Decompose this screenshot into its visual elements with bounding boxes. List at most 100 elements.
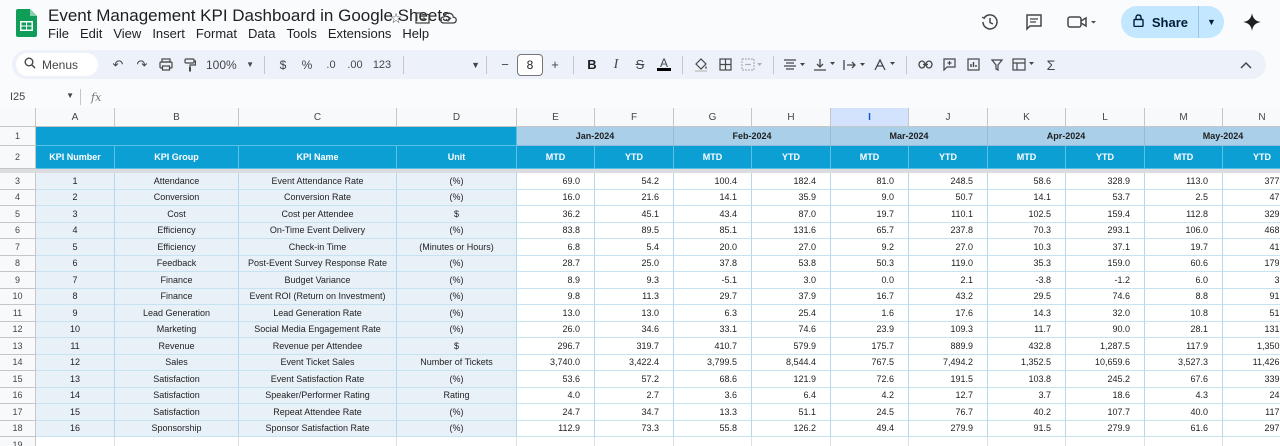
- empty-cell[interactable]: [909, 437, 988, 446]
- value-cell[interactable]: -3.8: [988, 272, 1066, 289]
- row-header-5[interactable]: 5: [0, 206, 36, 223]
- more-formats-button[interactable]: 123: [367, 53, 397, 77]
- unit-cell[interactable]: (%): [397, 222, 517, 239]
- value-cell[interactable]: 3.9: [1223, 272, 1280, 289]
- kpi-group-cell[interactable]: Marketing: [115, 321, 239, 338]
- value-cell[interactable]: 27.0: [752, 239, 831, 256]
- empty-cell[interactable]: [239, 437, 397, 446]
- kpi-name-cell[interactable]: Post-Event Survey Response Rate: [239, 255, 397, 272]
- value-cell[interactable]: 50.3: [831, 255, 909, 272]
- value-cell[interactable]: 131.6: [752, 222, 831, 239]
- row-header-8[interactable]: 8: [0, 255, 36, 272]
- row-header-10[interactable]: 10: [0, 288, 36, 305]
- kpi-group-cell[interactable]: Efficiency: [115, 239, 239, 256]
- value-cell[interactable]: 131.9: [1223, 322, 1280, 338]
- unit-cell[interactable]: $: [397, 338, 517, 355]
- value-cell[interactable]: 32.0: [1066, 305, 1145, 322]
- bold-button[interactable]: B: [580, 53, 604, 77]
- version-history-icon[interactable]: [975, 7, 1005, 37]
- row-header-15[interactable]: 15: [0, 371, 36, 388]
- value-cell[interactable]: 13.3: [674, 404, 752, 421]
- column-header-i[interactable]: I: [831, 108, 909, 127]
- value-cell[interactable]: 432.8: [988, 338, 1066, 355]
- value-cell[interactable]: 73.3: [595, 420, 674, 437]
- value-cell[interactable]: 65.7: [831, 222, 909, 239]
- kpi-number-cell[interactable]: 10: [36, 321, 115, 338]
- value-cell[interactable]: 51.5: [1223, 305, 1280, 322]
- unit-cell[interactable]: (%): [397, 189, 517, 206]
- value-cell[interactable]: 13.0: [595, 305, 674, 322]
- column-header-f[interactable]: F: [595, 108, 674, 127]
- month-header-cell[interactable]: Apr-2024: [988, 127, 1145, 146]
- value-cell[interactable]: 2.5: [1145, 189, 1223, 206]
- kpi-group-cell[interactable]: Feedback: [115, 255, 239, 272]
- value-cell[interactable]: 3.7: [988, 387, 1066, 404]
- header-cell-mtd[interactable]: MTD: [674, 146, 752, 169]
- value-cell[interactable]: 6.0: [1145, 272, 1223, 289]
- decrease-decimal-button[interactable]: .0: [319, 53, 343, 77]
- value-cell[interactable]: 37.9: [752, 288, 831, 305]
- empty-cell[interactable]: [1223, 437, 1280, 446]
- formula-input[interactable]: [101, 87, 1280, 107]
- font-size-input[interactable]: 8: [517, 53, 543, 76]
- star-icon[interactable]: ☆: [386, 8, 406, 28]
- value-cell[interactable]: 10.8: [1145, 305, 1223, 322]
- strikethrough-icon[interactable]: S: [628, 53, 652, 77]
- print-icon[interactable]: [154, 53, 178, 77]
- row-header-7[interactable]: 7: [0, 239, 36, 256]
- row-header-11[interactable]: 11: [0, 305, 36, 322]
- row-header-9[interactable]: 9: [0, 272, 36, 289]
- menu-data[interactable]: Data: [248, 26, 283, 41]
- filter-views-icon[interactable]: [1009, 53, 1039, 77]
- value-cell[interactable]: 3,527.3: [1145, 354, 1223, 371]
- fill-color-icon[interactable]: [689, 53, 713, 77]
- header-cell-mtd[interactable]: MTD: [988, 146, 1066, 169]
- value-cell[interactable]: 45.1: [595, 206, 674, 223]
- value-cell[interactable]: 279.9: [1066, 420, 1145, 437]
- value-cell[interactable]: 1,350.0: [1223, 338, 1280, 355]
- vertical-align-icon[interactable]: [810, 53, 840, 77]
- month-header-cell[interactable]: May-2024: [1145, 127, 1280, 146]
- percent-format-button[interactable]: %: [295, 53, 319, 77]
- empty-cell[interactable]: [1145, 437, 1223, 446]
- kpi-group-cell[interactable]: Sponsorship: [115, 420, 239, 437]
- menu-extensions[interactable]: Extensions: [328, 26, 400, 41]
- value-cell[interactable]: 6.3: [674, 305, 752, 322]
- menus-search[interactable]: Menus: [16, 53, 98, 76]
- kpi-number-cell[interactable]: 11: [36, 338, 115, 355]
- kpi-number-cell[interactable]: 3: [36, 206, 115, 223]
- value-cell[interactable]: 889.9: [909, 338, 988, 355]
- kpi-group-cell[interactable]: Lead Generation: [115, 305, 239, 322]
- kpi-number-cell[interactable]: 13: [36, 371, 115, 388]
- value-cell[interactable]: 74.6: [752, 321, 831, 338]
- name-box[interactable]: I25 ▼: [0, 91, 80, 103]
- kpi-number-cell[interactable]: 12: [36, 354, 115, 371]
- unit-cell[interactable]: $: [397, 206, 517, 223]
- value-cell[interactable]: 8,544.4: [752, 354, 831, 371]
- value-cell[interactable]: 11.7: [988, 321, 1066, 338]
- kpi-name-cell[interactable]: Sponsor Satisfaction Rate: [239, 420, 397, 437]
- unit-cell[interactable]: (%): [397, 404, 517, 421]
- unit-cell[interactable]: Number of Tickets: [397, 354, 517, 371]
- value-cell[interactable]: 14.1: [674, 189, 752, 206]
- value-cell[interactable]: 18.6: [1066, 387, 1145, 404]
- value-cell[interactable]: 57.2: [595, 371, 674, 388]
- value-cell[interactable]: 377.8: [1223, 173, 1280, 190]
- value-cell[interactable]: 319.7: [595, 338, 674, 355]
- value-cell[interactable]: 4.2: [831, 387, 909, 404]
- unit-cell[interactable]: (%): [397, 305, 517, 322]
- empty-cell[interactable]: [517, 437, 595, 446]
- unit-cell[interactable]: (%): [397, 371, 517, 388]
- month-header-cell[interactable]: Mar-2024: [831, 127, 988, 146]
- value-cell[interactable]: 34.7: [595, 404, 674, 421]
- undo-icon[interactable]: ↶: [106, 53, 130, 77]
- column-header-d[interactable]: D: [397, 108, 517, 127]
- header-cell-ytd[interactable]: YTD: [1066, 146, 1145, 169]
- kpi-group-cell[interactable]: Attendance: [115, 173, 239, 190]
- value-cell[interactable]: 100.4: [674, 173, 752, 190]
- value-cell[interactable]: 24.0: [1223, 388, 1280, 404]
- header-cell-ytd[interactable]: YTD: [1223, 146, 1280, 169]
- value-cell[interactable]: 339.3: [1223, 371, 1280, 388]
- header-cell-ytd[interactable]: YTD: [752, 146, 831, 169]
- value-cell[interactable]: 25.0: [595, 255, 674, 272]
